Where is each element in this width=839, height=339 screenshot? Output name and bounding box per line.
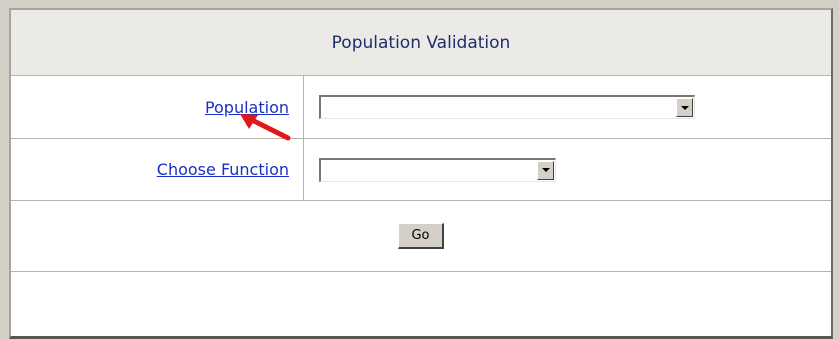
go-button[interactable]: Go: [398, 223, 444, 249]
dropdown-arrow-icon: [541, 168, 550, 172]
validation-form-panel: Population Validation Population Choose …: [9, 8, 833, 339]
population-row: Population: [11, 76, 831, 139]
function-row: Choose Function: [11, 139, 831, 201]
choose-function-link[interactable]: Choose Function: [157, 160, 289, 179]
title-row: Population Validation: [11, 10, 831, 76]
go-row: Go: [11, 201, 831, 272]
population-field-cell: [304, 76, 831, 138]
population-select[interactable]: [319, 95, 695, 119]
dropdown-arrow-icon: [680, 105, 689, 110]
function-dropdown-button[interactable]: [537, 160, 554, 180]
function-field-cell: [304, 139, 831, 200]
page-title: Population Validation: [331, 32, 511, 53]
function-select[interactable]: [319, 157, 556, 182]
red-pointer-arrow-icon: [240, 114, 291, 141]
function-label-cell: Choose Function: [11, 139, 304, 200]
population-dropdown-button[interactable]: [676, 98, 693, 117]
empty-row: [11, 272, 831, 338]
